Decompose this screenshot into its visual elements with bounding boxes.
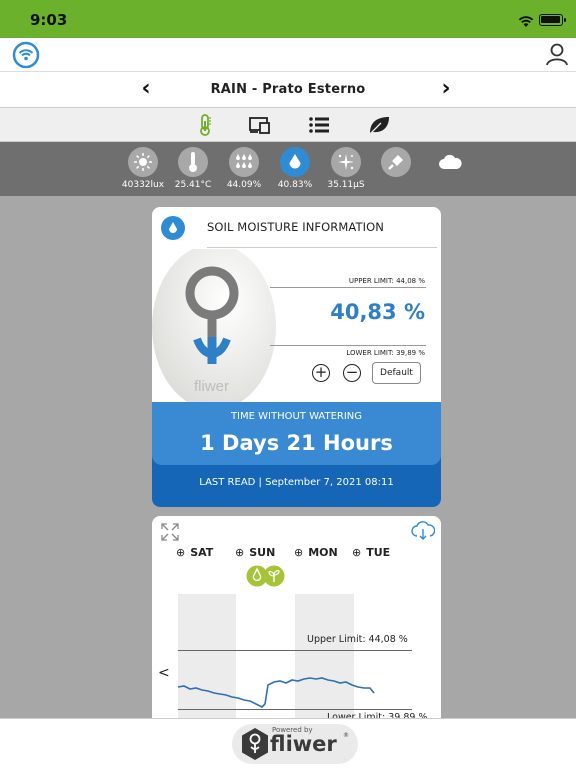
sensor-fertilizer-value: 35.11µS bbox=[327, 180, 365, 190]
thermometer-icon bbox=[178, 147, 208, 177]
soil-moisture-value: 40,83 % bbox=[330, 300, 425, 324]
registered-mark: ® bbox=[343, 732, 349, 739]
tab-leaf[interactable] bbox=[367, 113, 393, 137]
sensor-soil-work[interactable] bbox=[366, 147, 426, 180]
tab-thermometer[interactable] bbox=[193, 113, 219, 137]
footer: Powered by fliwer ® bbox=[0, 718, 576, 768]
soil-moisture-card: SOIL MOISTURE INFORMATION fliwer UPPER L… bbox=[152, 207, 441, 507]
brand-name: fliwer bbox=[270, 732, 337, 756]
lower-limit-label: LOWER LIMIT: 39,89 % bbox=[346, 349, 425, 357]
status-time: 9:03 bbox=[30, 11, 68, 29]
list-icon bbox=[309, 117, 329, 133]
default-button[interactable]: Default bbox=[372, 362, 421, 384]
time-without-watering-panel: TIME WITHOUT WATERING 1 Days 21 Hours bbox=[152, 402, 441, 465]
thermometer-icon bbox=[200, 114, 211, 136]
fliwer-logo-icon bbox=[240, 727, 270, 765]
device-brand-text: fliwer bbox=[194, 378, 229, 395]
devices-icon bbox=[249, 117, 270, 134]
moisture-graph-card: ⊕ SAT ⊕ SUN ⊕ MON ⊕ TUE Upper Limit: 44,08 %… bbox=[152, 516, 441, 736]
card-heading: SOIL MOISTURE INFORMATION bbox=[207, 220, 384, 234]
sensor-bar: 40332lux 25.41°C 44.09% 40.83% 35.11µS bbox=[0, 142, 576, 196]
moisture-series-line bbox=[177, 677, 375, 708]
upper-limit-line bbox=[270, 287, 426, 288]
decrease-button[interactable]: − bbox=[343, 364, 361, 382]
sun-icon bbox=[128, 147, 158, 177]
battery-icon bbox=[539, 14, 566, 26]
shovel-icon bbox=[381, 147, 411, 177]
humidity-drops-icon bbox=[229, 147, 259, 177]
upper-limit-label: UPPER LIMIT: 44,08 % bbox=[348, 277, 425, 285]
section-tabs bbox=[0, 108, 576, 142]
last-read-text: LAST READ | September 7, 2021 08:11 bbox=[199, 477, 394, 488]
leaf-icon bbox=[369, 117, 389, 135]
soil-moisture-drop-icon bbox=[280, 147, 310, 177]
device-title: RAIN - Prato Esterno bbox=[210, 82, 366, 97]
tab-devices[interactable] bbox=[248, 113, 274, 137]
user-profile-icon[interactable] bbox=[545, 42, 569, 70]
next-device-button[interactable]: › bbox=[434, 76, 458, 101]
fertilizer-sparkle-icon bbox=[331, 147, 361, 177]
increase-button[interactable]: + bbox=[312, 364, 330, 382]
fliwer-device-image: fliwer bbox=[152, 244, 282, 410]
top-bar bbox=[0, 38, 576, 72]
time-without-watering-label: TIME WITHOUT WATERING bbox=[230, 411, 363, 422]
tab-list[interactable] bbox=[307, 113, 333, 137]
lower-limit-line bbox=[270, 345, 426, 346]
connectivity-logo-icon[interactable] bbox=[12, 41, 40, 73]
status-bar: 9:03 bbox=[0, 0, 576, 38]
time-without-watering-value: 1 Days 21 Hours bbox=[200, 431, 393, 455]
cloud-icon bbox=[435, 147, 465, 177]
sensor-weather[interactable] bbox=[420, 147, 480, 180]
device-title-bar: ‹ RAIN - Prato Esterno › bbox=[0, 72, 576, 108]
wifi-icon bbox=[518, 13, 534, 32]
divider bbox=[207, 247, 437, 248]
soil-moisture-drop-icon bbox=[161, 216, 185, 240]
